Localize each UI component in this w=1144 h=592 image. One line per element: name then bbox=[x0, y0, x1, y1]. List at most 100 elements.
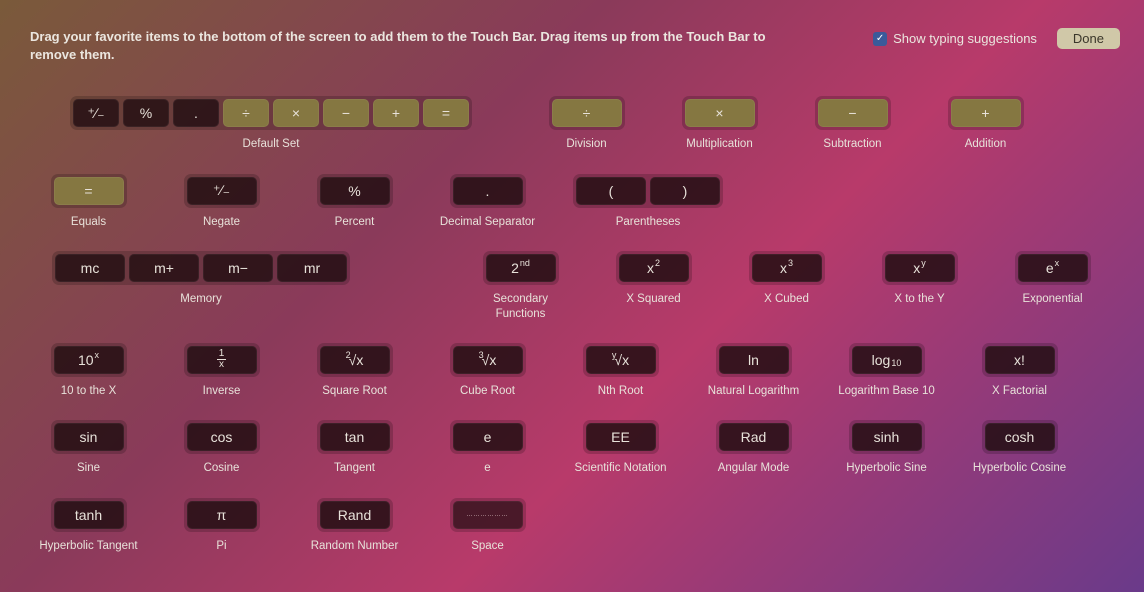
item-cosh[interactable]: cosh Hyperbolic Cosine bbox=[967, 420, 1072, 475]
inverse-icon: 1x bbox=[187, 346, 257, 374]
item-square-root[interactable]: 2√x Square Root bbox=[302, 343, 407, 398]
tan-icon: tan bbox=[320, 423, 390, 451]
log10-label: Logarithm Base 10 bbox=[838, 384, 935, 398]
plusminus-icon: ⁺∕₋ bbox=[187, 177, 257, 205]
divide-icon: ÷ bbox=[223, 99, 269, 127]
item-secondary-functions[interactable]: 2nd Secondary Functions bbox=[468, 251, 573, 321]
item-memory[interactable]: mc m+ m− mr Memory bbox=[36, 251, 366, 306]
checkbox-check-icon: ✓ bbox=[873, 32, 887, 46]
item-equals[interactable]: = Equals bbox=[36, 174, 141, 229]
ten-to-x-icon: 10x bbox=[54, 346, 124, 374]
minus-icon: − bbox=[323, 99, 369, 127]
cosh-label: Hyperbolic Cosine bbox=[973, 461, 1066, 475]
item-multiplication[interactable]: × Multiplication bbox=[667, 96, 772, 151]
inverse-label: Inverse bbox=[203, 384, 241, 398]
equals-icon: = bbox=[423, 99, 469, 127]
item-nth-root[interactable]: y√x Nth Root bbox=[568, 343, 673, 398]
lparen-icon: ( bbox=[576, 177, 646, 205]
item-angular-mode[interactable]: Rad Angular Mode bbox=[701, 420, 806, 475]
percent-label: Percent bbox=[335, 215, 375, 229]
item-sinh[interactable]: sinh Hyperbolic Sine bbox=[834, 420, 939, 475]
addition-label: Addition bbox=[965, 137, 1007, 151]
x-cubed-icon: x3 bbox=[752, 254, 822, 282]
mplus-icon: m+ bbox=[129, 254, 199, 282]
item-x-cubed[interactable]: x3 X Cubed bbox=[734, 251, 839, 306]
x-to-y-icon: xy bbox=[885, 254, 955, 282]
default-set-label: Default Set bbox=[243, 137, 300, 151]
item-inverse[interactable]: 1x Inverse bbox=[169, 343, 274, 398]
e-icon: e bbox=[453, 423, 523, 451]
sin-icon: sin bbox=[54, 423, 124, 451]
item-cosine[interactable]: cos Cosine bbox=[169, 420, 274, 475]
multiply-icon: × bbox=[273, 99, 319, 127]
x-cubed-label: X Cubed bbox=[764, 292, 809, 306]
rad-icon: Rad bbox=[719, 423, 789, 451]
tanh-icon: tanh bbox=[54, 501, 124, 529]
item-random-number[interactable]: Rand Random Number bbox=[302, 498, 407, 553]
item-parentheses[interactable]: ( ) Parentheses bbox=[568, 174, 728, 229]
sinh-label: Hyperbolic Sine bbox=[846, 461, 927, 475]
space-label: Space bbox=[471, 539, 504, 553]
item-tangent[interactable]: tan Tangent bbox=[302, 420, 407, 475]
percent-icon: % bbox=[320, 177, 390, 205]
item-default-set[interactable]: ⁺∕₋ % . ÷ × − + = Default Set bbox=[36, 96, 506, 151]
sqrt-icon: 2√x bbox=[320, 346, 390, 374]
show-typing-suggestions-checkbox[interactable]: ✓ Show typing suggestions bbox=[873, 31, 1037, 46]
divide-icon: ÷ bbox=[552, 99, 622, 127]
item-decimal-separator[interactable]: . Decimal Separator bbox=[435, 174, 540, 229]
multiplication-label: Multiplication bbox=[686, 137, 752, 151]
item-exponential[interactable]: ex Exponential bbox=[1000, 251, 1105, 306]
minus-icon: − bbox=[818, 99, 888, 127]
multiply-icon: × bbox=[685, 99, 755, 127]
item-negate[interactable]: ⁺∕₋ Negate bbox=[169, 174, 274, 229]
ln-label: Natural Logarithm bbox=[708, 384, 799, 398]
item-e-constant[interactable]: e e bbox=[435, 420, 540, 475]
cosh-icon: cosh bbox=[985, 423, 1055, 451]
mr-icon: mr bbox=[277, 254, 347, 282]
item-addition[interactable]: + Addition bbox=[933, 96, 1038, 151]
equals-icon: = bbox=[54, 177, 124, 205]
sine-label: Sine bbox=[77, 461, 100, 475]
ee-icon: EE bbox=[586, 423, 656, 451]
ten-to-x-label: 10 to the X bbox=[61, 384, 117, 398]
sinh-icon: sinh bbox=[852, 423, 922, 451]
item-x-to-y[interactable]: xy X to the Y bbox=[867, 251, 972, 306]
touchbar-items-grid: ⁺∕₋ % . ÷ × − + = Default Set ÷ Division… bbox=[0, 74, 1144, 585]
x-squared-icon: x2 bbox=[619, 254, 689, 282]
item-division[interactable]: ÷ Division bbox=[534, 96, 639, 151]
done-button[interactable]: Done bbox=[1057, 28, 1120, 49]
item-subtraction[interactable]: − Subtraction bbox=[800, 96, 905, 151]
cos-icon: cos bbox=[187, 423, 257, 451]
item-x-squared[interactable]: x2 X Squared bbox=[601, 251, 706, 306]
item-cube-root[interactable]: 3√x Cube Root bbox=[435, 343, 540, 398]
item-percent[interactable]: % Percent bbox=[302, 174, 407, 229]
cbrt-label: Cube Root bbox=[460, 384, 515, 398]
tangent-label: Tangent bbox=[334, 461, 375, 475]
item-tanh[interactable]: tanh Hyperbolic Tangent bbox=[36, 498, 141, 553]
item-log-base-10[interactable]: log10 Logarithm Base 10 bbox=[834, 343, 939, 398]
item-pi[interactable]: π Pi bbox=[169, 498, 274, 553]
exponential-label: Exponential bbox=[1022, 292, 1082, 306]
parentheses-label: Parentheses bbox=[616, 215, 681, 229]
item-10-to-x[interactable]: 10x 10 to the X bbox=[36, 343, 141, 398]
space-icon: ……………… bbox=[453, 501, 523, 529]
mminus-icon: m− bbox=[203, 254, 273, 282]
instructions-text: Drag your favorite items to the bottom o… bbox=[30, 28, 790, 64]
rand-icon: Rand bbox=[320, 501, 390, 529]
x-factorial-label: X Factorial bbox=[992, 384, 1047, 398]
percent-icon: % bbox=[123, 99, 169, 127]
item-natural-log[interactable]: ln Natural Logarithm bbox=[701, 343, 806, 398]
subtraction-label: Subtraction bbox=[823, 137, 881, 151]
show-typing-suggestions-label: Show typing suggestions bbox=[893, 31, 1037, 46]
item-sine[interactable]: sin Sine bbox=[36, 420, 141, 475]
item-x-factorial[interactable]: x! X Factorial bbox=[967, 343, 1072, 398]
sci-notation-label: Scientific Notation bbox=[574, 461, 666, 475]
item-space[interactable]: ……………… Space bbox=[435, 498, 540, 553]
plusminus-icon: ⁺∕₋ bbox=[73, 99, 119, 127]
item-scientific-notation[interactable]: EE Scientific Notation bbox=[568, 420, 673, 475]
nth-root-label: Nth Root bbox=[598, 384, 643, 398]
nth-root-icon: y√x bbox=[586, 346, 656, 374]
e-label: e bbox=[484, 461, 490, 475]
cbrt-icon: 3√x bbox=[453, 346, 523, 374]
tanh-label: Hyperbolic Tangent bbox=[39, 539, 137, 553]
